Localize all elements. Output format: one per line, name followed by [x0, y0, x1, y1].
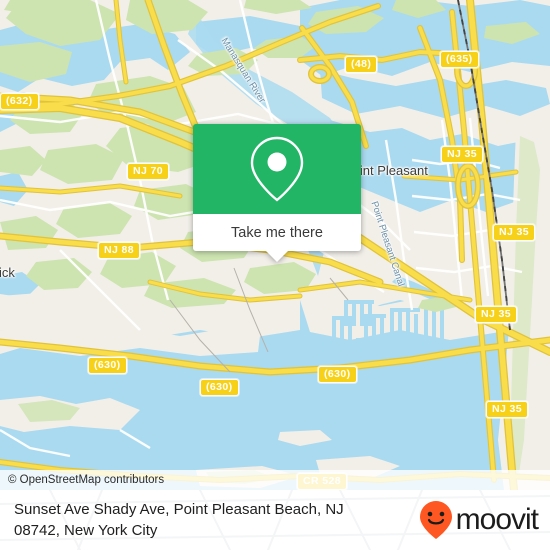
moovit-wordmark: moovit — [455, 503, 539, 536]
route-shield-630-east[interactable]: (630) — [318, 366, 357, 383]
moovit-logo[interactable]: moovit — [419, 500, 539, 540]
footer-bar: Sunset Ave Shady Ave, Point Pleasant Bea… — [0, 490, 550, 550]
route-shield-nj88[interactable]: NJ 88 — [98, 242, 141, 259]
route-shield-nj70[interactable]: NJ 70 — [127, 163, 170, 180]
take-me-there-label: Take me there — [231, 224, 323, 241]
address-text: Sunset Ave Shady Ave, Point Pleasant Bea… — [0, 499, 344, 541]
popup-header — [193, 124, 361, 214]
route-shield-630-west[interactable]: (630) — [88, 357, 127, 374]
route-shield-nj35-south[interactable]: NJ 35 — [486, 401, 529, 418]
route-shield-630-center[interactable]: (630) — [200, 379, 239, 396]
route-shield-48[interactable]: (48) — [345, 56, 378, 73]
map-pin-icon — [250, 136, 304, 202]
address-line-2: 08742, New York City — [14, 522, 158, 539]
map-canvas[interactable]: Point Pleasant Brick Manasquan River Poi… — [0, 0, 550, 490]
route-shield-nj35-north[interactable]: NJ 35 — [441, 146, 484, 163]
route-shield-635[interactable]: (635) — [440, 51, 479, 68]
osm-attribution[interactable]: © OpenStreetMap contributors — [0, 470, 550, 490]
location-popup[interactable]: Take me there — [193, 124, 361, 262]
route-shield-nj35-mid2[interactable]: NJ 35 — [475, 306, 518, 323]
map-screenshot: Point Pleasant Brick Manasquan River Poi… — [0, 0, 550, 550]
moovit-pin-icon — [419, 501, 452, 539]
route-shield-nj35-mid[interactable]: NJ 35 — [493, 224, 536, 241]
route-shield-632[interactable]: (632) — [0, 93, 39, 110]
place-label-brick: Brick — [0, 265, 15, 280]
popup-footer[interactable]: Take me there — [193, 214, 361, 262]
popup-tail-pointer — [266, 251, 288, 262]
address-line-1: Sunset Ave Shady Ave, Point Pleasant Bea… — [14, 501, 344, 518]
